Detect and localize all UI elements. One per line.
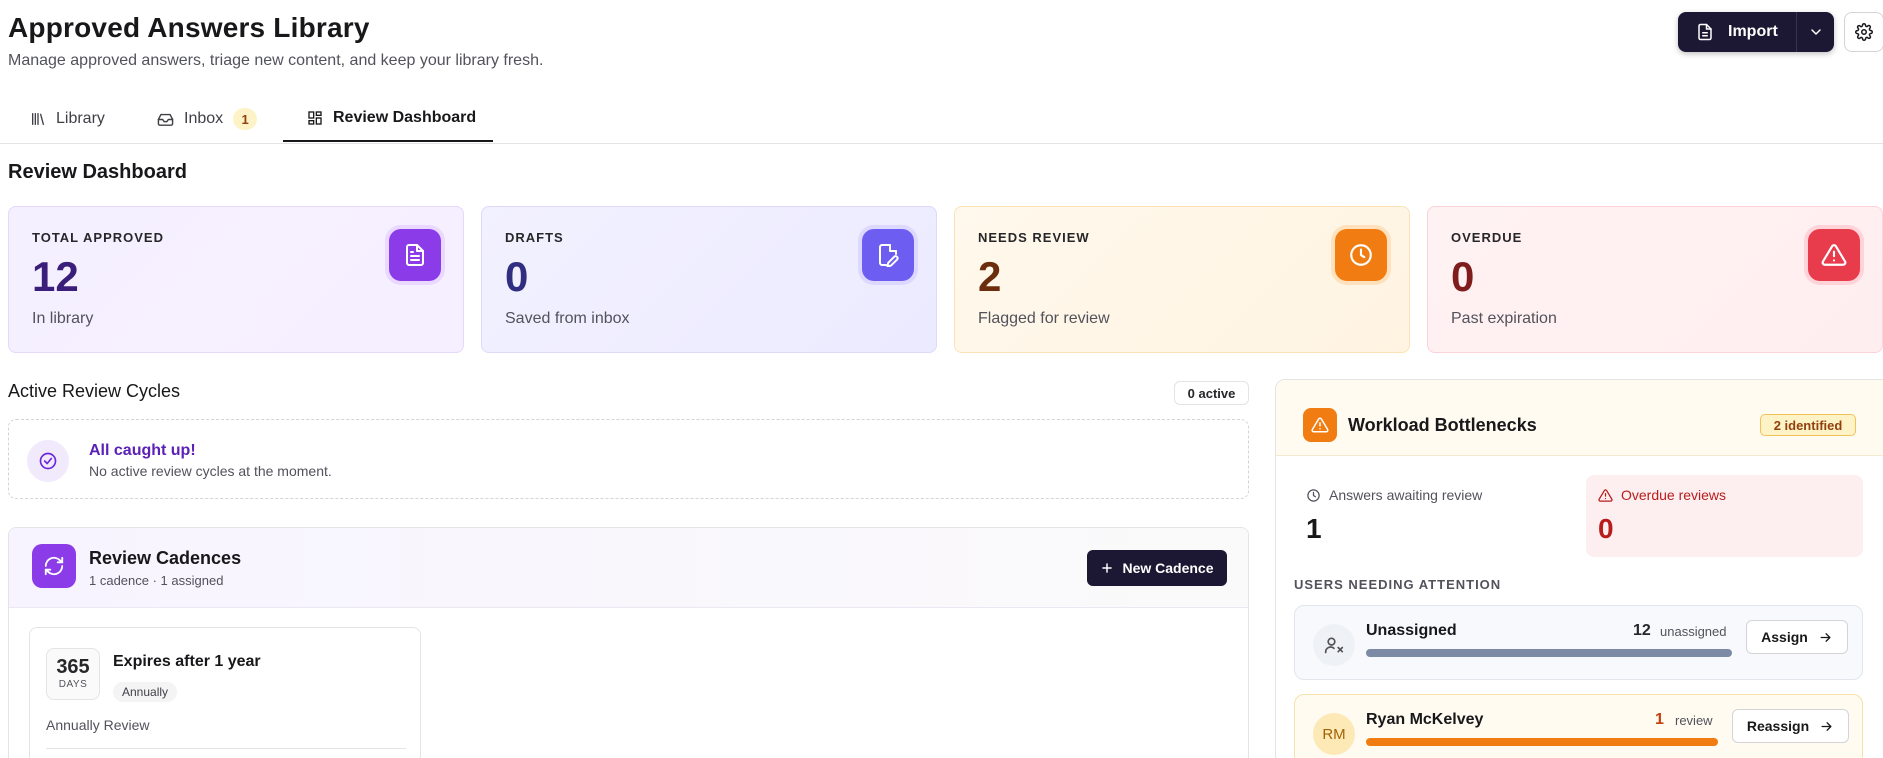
import-label: Import <box>1728 23 1778 40</box>
review-cadences-panel: Review Cadences 1 cadence · 1 assigned N… <box>8 527 1249 758</box>
file-icon <box>1698 23 1712 41</box>
reassign-label: Reassign <box>1746 718 1810 734</box>
cadence-title: Expires after 1 year <box>113 653 261 670</box>
awaiting-review-metric: Answers awaiting review 1 <box>1294 475 1571 557</box>
stat-value: 0 <box>505 253 529 300</box>
identified-badge: 2 identified <box>1760 414 1856 436</box>
days-box: 365 DAYS <box>46 648 100 700</box>
workload-bottlenecks-panel: Workload Bottlenecks 2 identified Answer… <box>1275 379 1883 758</box>
user-count: 1 <box>1655 711 1664 728</box>
days-unit: DAYS <box>58 679 88 690</box>
cadences-title: Review Cadences <box>89 548 242 568</box>
import-button[interactable]: Import <box>1678 12 1834 52</box>
new-cadence-button[interactable]: New Cadence <box>1087 550 1227 586</box>
stat-sub: Saved from inbox <box>505 310 630 327</box>
stat-sub: Flagged for review <box>978 310 1110 327</box>
empty-state: All caught up! No active review cycles a… <box>8 419 1249 499</box>
inbox-count-badge: 1 <box>233 108 258 130</box>
tab-library[interactable]: Library <box>30 96 105 142</box>
overdue-value: 0 <box>1598 513 1614 544</box>
empty-title: All caught up! <box>89 442 196 459</box>
stat-label: OVERDUE <box>1451 230 1523 245</box>
overdue-label: Overdue reviews <box>1621 487 1727 503</box>
tab-inbox[interactable]: Inbox 1 <box>157 96 258 142</box>
tab-review-dashboard[interactable]: Review Dashboard <box>283 96 493 142</box>
active-count-badge: 0 active <box>1174 381 1249 405</box>
user-count-unit: review <box>1675 713 1713 728</box>
warning-icon <box>1598 488 1613 502</box>
arrow-right-icon <box>1821 721 1832 731</box>
page-title: Approved Answers Library <box>8 12 370 43</box>
settings-button[interactable] <box>1844 12 1883 52</box>
assign-label: Assign <box>1761 629 1808 645</box>
user-name: Ryan McKelvey <box>1366 711 1484 728</box>
stat-label: NEEDS REVIEW <box>978 230 1090 245</box>
workload-header: Workload Bottlenecks 2 identified <box>1276 380 1883 456</box>
stat-label: DRAFTS <box>505 230 564 245</box>
check-circle-icon <box>27 440 69 482</box>
page: Approved Answers Library Manage approved… <box>0 0 1883 758</box>
stat-card-needs-review: NEEDS REVIEW 2 Flagged for review <box>954 206 1410 353</box>
user-row-unassigned: Unassigned 12 unassigned Assign <box>1294 605 1863 680</box>
tab-library-label: Library <box>56 110 105 127</box>
cadences-summary: 1 cadence · 1 assigned <box>89 573 224 588</box>
clock-icon <box>1307 488 1320 502</box>
workload-title: Workload Bottlenecks <box>1348 415 1537 435</box>
warning-icon <box>1303 408 1337 442</box>
library-icon <box>31 113 44 125</box>
reassign-button[interactable]: Reassign <box>1732 709 1849 743</box>
new-cadence-label: New Cadence <box>1122 560 1214 576</box>
inbox-icon <box>157 113 174 126</box>
days-number: 365 <box>56 656 90 678</box>
user-row-ryan-mckelvey: RM Ryan McKelvey 1 review Reassign <box>1294 694 1863 758</box>
workload-bar <box>1366 649 1732 657</box>
clock-icon <box>1335 229 1387 281</box>
plus-icon <box>1102 563 1113 573</box>
dashboard-title: Review Dashboard <box>8 161 187 183</box>
stat-value: 2 <box>978 253 1002 300</box>
cadence-card[interactable]: 365 DAYS Expires after 1 year Annually A… <box>29 627 421 758</box>
stat-card-overdue: OVERDUE 0 Past expiration <box>1427 206 1883 353</box>
user-count-unit: unassigned <box>1660 624 1727 639</box>
gear-icon <box>1855 23 1873 41</box>
page-subtitle: Manage approved answers, triage new cont… <box>8 52 544 69</box>
arrow-right-icon <box>1820 632 1831 642</box>
divider <box>46 748 406 749</box>
user-name: Unassigned <box>1366 622 1457 639</box>
tab-bar: Library Inbox 1 Review Dashboard <box>0 96 1883 144</box>
overdue-reviews-metric: Overdue reviews 0 <box>1586 475 1863 557</box>
cadence-frequency-chip: Annually <box>113 682 178 702</box>
document-icon <box>389 229 441 281</box>
cadences-header: Review Cadences 1 cadence · 1 assigned N… <box>9 528 1248 608</box>
dashboard-icon <box>308 111 322 125</box>
edit-document-icon <box>862 229 914 281</box>
assign-button[interactable]: Assign <box>1746 620 1848 654</box>
stat-card-total-approved: TOTAL APPROVED 12 In library <box>8 206 464 353</box>
stat-value: 12 <box>32 253 79 300</box>
awaiting-label: Answers awaiting review <box>1329 487 1483 503</box>
empty-text: No active review cycles at the moment. <box>89 463 332 479</box>
awaiting-value: 1 <box>1306 513 1322 544</box>
stat-value: 0 <box>1451 253 1475 300</box>
avatar: RM <box>1313 713 1355 755</box>
chevron-down-icon[interactable] <box>1808 24 1824 40</box>
refresh-icon <box>32 544 76 588</box>
stat-sub: In library <box>32 310 94 327</box>
tab-inbox-label: Inbox <box>184 110 224 127</box>
user-count: 12 <box>1633 622 1651 639</box>
stat-sub: Past expiration <box>1451 310 1557 327</box>
cadence-description: Annually Review <box>46 717 150 733</box>
tab-review-dashboard-label: Review Dashboard <box>333 109 477 126</box>
user-x-icon <box>1313 624 1355 666</box>
stat-card-drafts: DRAFTS 0 Saved from inbox <box>481 206 937 353</box>
workload-bar <box>1366 738 1718 746</box>
stat-label: TOTAL APPROVED <box>32 230 164 245</box>
users-needing-attention-label: USERS NEEDING ATTENTION <box>1294 577 1502 592</box>
warning-icon <box>1808 229 1860 281</box>
active-cycles-title: Active Review Cycles <box>8 381 181 401</box>
